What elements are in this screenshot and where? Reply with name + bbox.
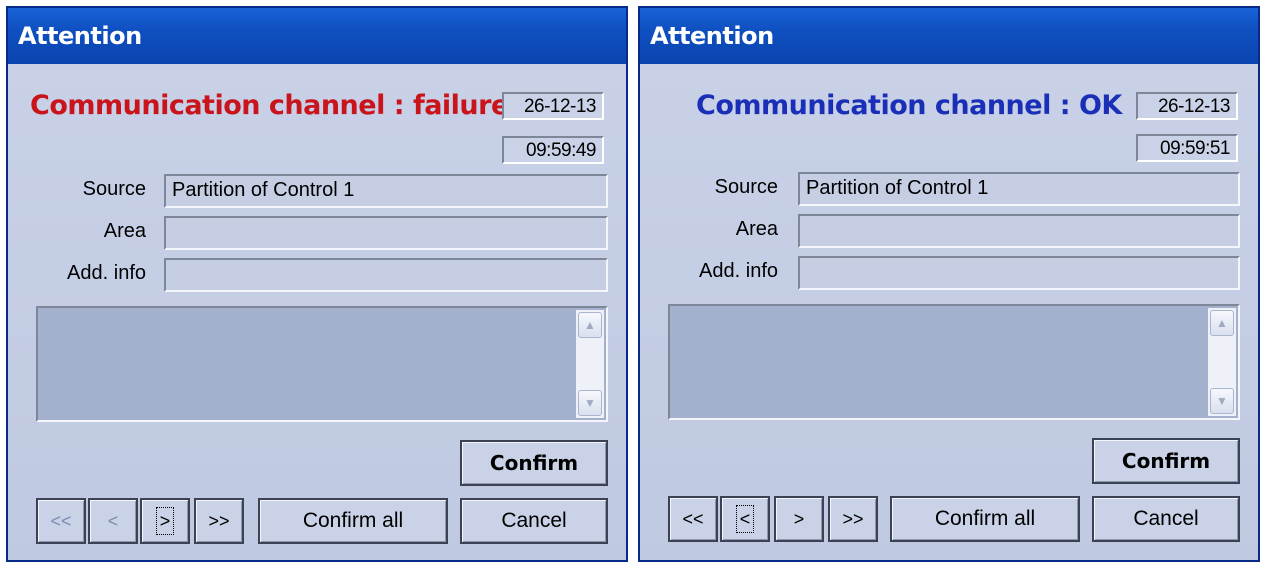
source-label: Source <box>82 178 146 200</box>
next-label: > <box>155 507 175 535</box>
add-info-field[interactable] <box>164 258 608 292</box>
area-field[interactable] <box>798 214 1240 248</box>
confirm-button[interactable]: Confirm <box>1092 438 1240 484</box>
area-label: Area <box>103 220 146 242</box>
add-info-label: Add. info <box>699 260 778 282</box>
last-button[interactable]: >> <box>194 498 244 544</box>
vertical-scrollbar[interactable]: ▲ ▼ <box>1208 308 1236 416</box>
confirm-button[interactable]: Confirm <box>460 440 608 486</box>
scroll-up-icon[interactable]: ▲ <box>578 312 602 338</box>
next-button[interactable]: > <box>140 498 190 544</box>
attention-dialog-failure: Attention Communication channel : failur… <box>6 6 628 562</box>
last-button[interactable]: >> <box>828 496 878 542</box>
previous-button[interactable]: < <box>720 496 770 542</box>
message-text-area[interactable]: ▲ ▼ <box>36 306 608 422</box>
confirm-all-button[interactable]: Confirm all <box>258 498 448 544</box>
cancel-button[interactable]: Cancel <box>1092 496 1240 542</box>
time-display: 09:59:49 <box>502 136 604 164</box>
scroll-down-icon[interactable]: ▼ <box>578 390 602 416</box>
status-headline: Communication channel : failure <box>30 90 509 121</box>
time-display: 09:59:51 <box>1136 134 1238 162</box>
cancel-button[interactable]: Cancel <box>460 498 608 544</box>
status-headline: Communication channel : OK <box>696 90 1122 121</box>
first-button[interactable]: << <box>668 496 718 542</box>
source-field[interactable]: Partition of Control 1 <box>164 174 608 208</box>
message-text-area[interactable]: ▲ ▼ <box>668 304 1240 420</box>
dialog-title: Attention <box>18 22 142 50</box>
area-field[interactable] <box>164 216 608 250</box>
add-info-label: Add. info <box>67 262 146 284</box>
scroll-down-icon[interactable]: ▼ <box>1210 388 1234 414</box>
add-info-field[interactable] <box>798 256 1240 290</box>
date-display: 26-12-13 <box>502 92 604 120</box>
vertical-scrollbar[interactable]: ▲ ▼ <box>576 310 604 418</box>
next-button[interactable]: > <box>774 496 824 542</box>
previous-label: < <box>735 505 755 533</box>
title-bar[interactable]: Attention <box>8 8 626 64</box>
attention-dialog-ok: Attention Communication channel : OK 26-… <box>638 6 1260 562</box>
date-display: 26-12-13 <box>1136 92 1238 120</box>
previous-button[interactable]: < <box>88 498 138 544</box>
scroll-up-icon[interactable]: ▲ <box>1210 310 1234 336</box>
source-label: Source <box>714 176 778 198</box>
area-label: Area <box>735 218 778 240</box>
source-field[interactable]: Partition of Control 1 <box>798 172 1240 206</box>
confirm-all-button[interactable]: Confirm all <box>890 496 1080 542</box>
title-bar[interactable]: Attention <box>640 8 1258 64</box>
first-button[interactable]: << <box>36 498 86 544</box>
dialog-title: Attention <box>650 22 774 50</box>
